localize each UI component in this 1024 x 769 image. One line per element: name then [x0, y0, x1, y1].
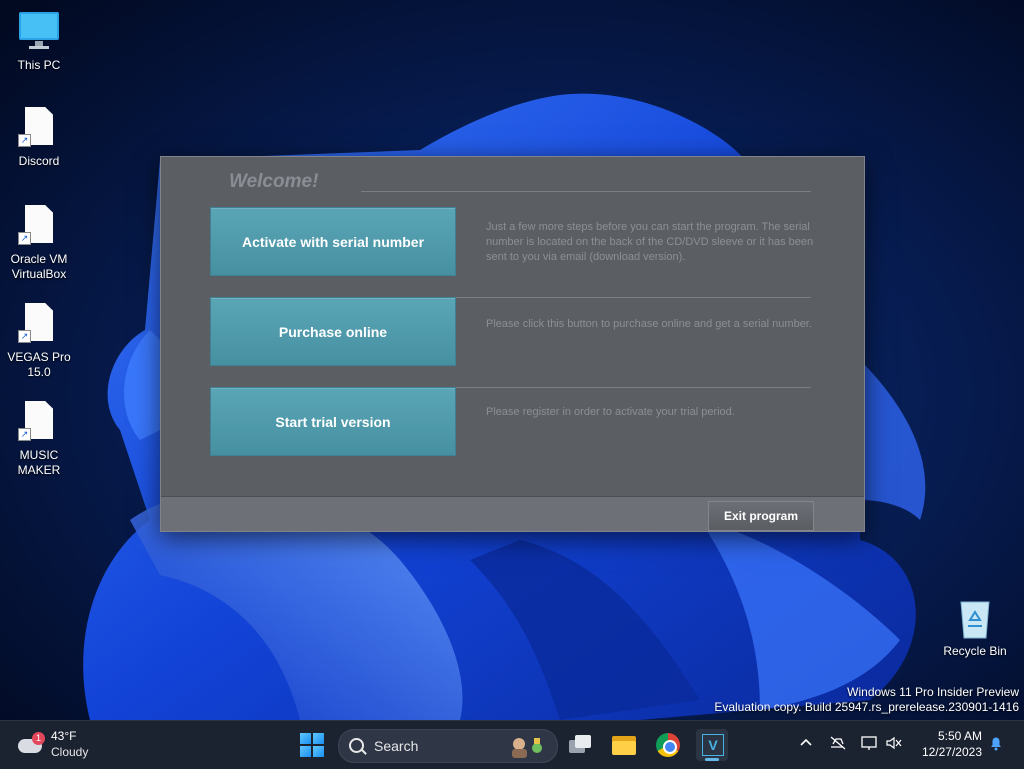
desktop-icon-label: Recycle Bin: [943, 644, 1007, 658]
chrome-button[interactable]: [652, 729, 684, 761]
weather-condition: Cloudy: [51, 745, 89, 759]
exit-program-button[interactable]: Exit program: [708, 501, 814, 531]
file-shortcut-icon: ↗: [17, 106, 61, 150]
volume-muted-icon[interactable]: [884, 735, 904, 755]
display-icon[interactable]: [860, 735, 880, 755]
windows-logo-icon: [300, 733, 311, 744]
chevron-up-icon[interactable]: [796, 735, 816, 755]
monitor-icon: [17, 10, 61, 54]
search-highlight-illustration: [507, 734, 547, 758]
dialog-title: Welcome!: [229, 171, 319, 192]
activation-dialog: Welcome! Activate with serial number Jus…: [160, 156, 865, 532]
task-view-button[interactable]: [564, 729, 596, 761]
dialog-footer: Exit program: [161, 496, 864, 531]
desktop-icon-recycle-bin[interactable]: Recycle Bin: [937, 596, 1013, 659]
divider: [361, 191, 811, 192]
desktop-icon-music-maker[interactable]: ↗ MUSIC MAKER: [1, 400, 77, 478]
desktop-icon-label: Discord: [18, 154, 60, 168]
start-button[interactable]: [300, 733, 324, 757]
taskbar-clock[interactable]: 5:50 AM 12/27/2023: [914, 728, 982, 760]
vegas-icon: V: [702, 734, 724, 756]
divider: [455, 387, 811, 388]
watermark-line: Windows 11 Pro Insider Preview: [847, 685, 1019, 699]
notification-bell-icon[interactable]: [986, 735, 1006, 755]
activate-serial-button[interactable]: Activate with serial number: [210, 207, 456, 276]
desktop-icon-virtualbox[interactable]: ↗ Oracle VM VirtualBox: [1, 204, 77, 282]
file-shortcut-icon: ↗: [17, 400, 61, 444]
desktop-icon-label: Oracle VM VirtualBox: [10, 252, 68, 281]
watermark-line: Evaluation copy. Build 25947.rs_prerelea…: [714, 700, 1019, 714]
desktop-icon-discord[interactable]: ↗ Discord: [1, 106, 77, 169]
recycle-bin-icon: [953, 596, 997, 640]
notification-badge: 1: [32, 732, 45, 745]
clock-date: 12/27/2023: [921, 745, 982, 759]
active-indicator: [705, 758, 719, 761]
desktop-icon-label: MUSIC MAKER: [17, 448, 61, 477]
file-explorer-button[interactable]: [608, 729, 640, 761]
file-shortcut-icon: ↗: [17, 302, 61, 346]
desktop-icon-this-pc[interactable]: This PC: [1, 10, 77, 73]
purchase-online-button[interactable]: Purchase online: [210, 297, 456, 366]
divider: [455, 297, 811, 298]
desktop-icon-label: This PC: [17, 58, 61, 72]
purchase-online-description: Please click this button to purchase onl…: [486, 318, 812, 330]
file-shortcut-icon: ↗: [17, 204, 61, 248]
start-trial-description: Please register in order to activate you…: [486, 406, 735, 418]
vegas-taskbar-button[interactable]: V: [696, 729, 728, 761]
clock-time: 5:50 AM: [937, 729, 982, 743]
weather-temperature: 43°F: [51, 729, 77, 743]
desktop-icon-vegas-pro[interactable]: ↗ VEGAS Pro 15.0: [1, 302, 77, 380]
taskbar-search-box[interactable]: Search: [338, 729, 558, 763]
windows-evaluation-watermark: Windows 11 Pro Insider Preview Evaluatio…: [714, 685, 1019, 715]
activate-serial-description: Just a few more steps before you can sta…: [486, 221, 814, 263]
desktop-icon-label: VEGAS Pro 15.0: [7, 350, 71, 379]
weather-widget[interactable]: 1 43°F Cloudy: [14, 727, 104, 763]
search-icon: [349, 738, 364, 753]
network-disconnected-icon[interactable]: [828, 735, 848, 755]
search-label: Search: [374, 738, 419, 754]
start-trial-button[interactable]: Start trial version: [210, 387, 456, 456]
taskbar: 1 43°F Cloudy Search V 5:50 AM 12/27/202…: [0, 720, 1024, 769]
